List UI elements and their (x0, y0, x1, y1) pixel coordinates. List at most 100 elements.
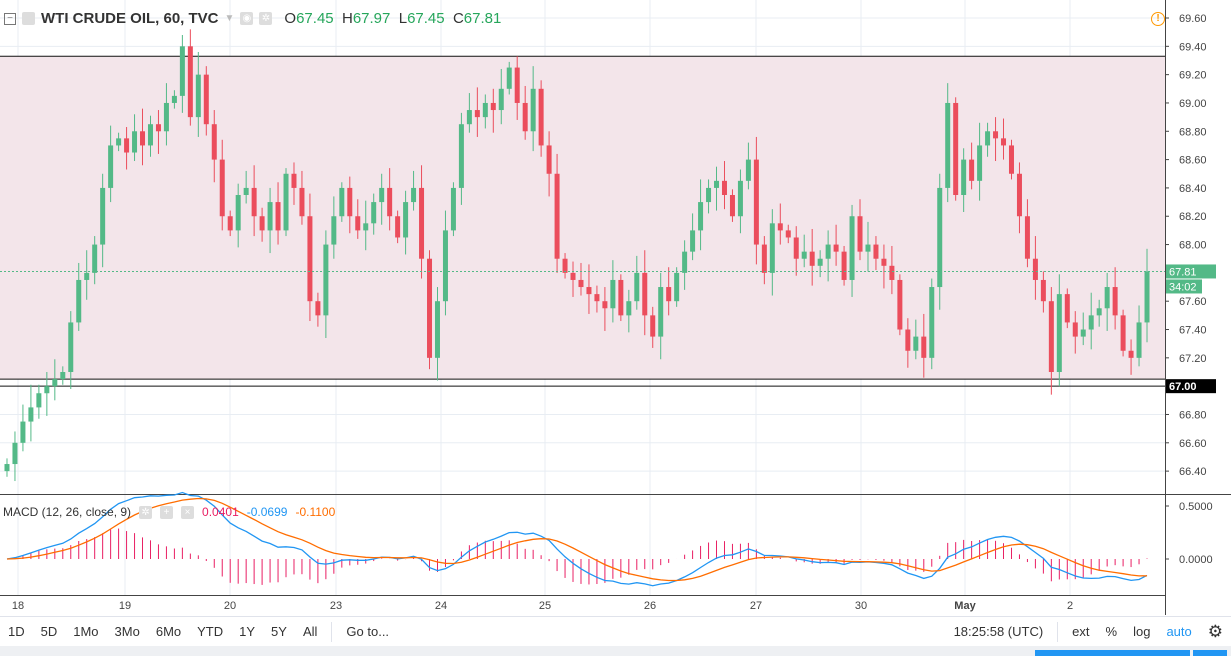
bottom-strip (0, 646, 1231, 656)
candle-body (1024, 216, 1030, 259)
candle-body (307, 216, 313, 302)
range-ytd[interactable]: YTD (189, 624, 231, 639)
candle-body (442, 230, 448, 302)
candle-body (1056, 294, 1062, 372)
range-1d[interactable]: 1D (0, 624, 33, 639)
candle-body (482, 102, 488, 118)
time-tick-label: 27 (750, 600, 762, 612)
bottom-toolbar: 1D 5D 1Mo 3Mo 6Mo YTD 1Y 5Y All Go to...… (0, 616, 1231, 646)
candle-body (753, 159, 759, 245)
candle-body (68, 322, 74, 372)
price-tick-label: 66.80 (1179, 409, 1207, 421)
candle-body (4, 464, 10, 472)
candle-body (642, 272, 648, 316)
candle-body (881, 258, 887, 266)
candle-body (706, 187, 712, 203)
candle-body (913, 336, 919, 351)
candle-body (92, 244, 98, 273)
gear-icon[interactable]: ✲ (259, 12, 273, 25)
candle-body (275, 202, 281, 231)
macd-settings-icon[interactable]: ✲ (139, 505, 153, 519)
macd-tick-label: 0.0000 (1179, 554, 1213, 566)
candle-body (634, 272, 640, 302)
candle-body (267, 202, 273, 231)
eye-icon[interactable]: ◉ (240, 12, 254, 25)
candle-body (116, 138, 122, 146)
candle-body (562, 258, 568, 273)
candle-body (1008, 145, 1014, 174)
range-5d[interactable]: 5D (33, 624, 66, 639)
candle-body (363, 223, 369, 231)
candle-body (387, 187, 393, 217)
candle-body (179, 46, 185, 96)
candle-body (299, 187, 305, 217)
price-tick-label: 69.60 (1179, 13, 1207, 25)
candle-body (155, 124, 161, 132)
log-toggle[interactable]: log (1125, 624, 1158, 639)
candle-body (140, 131, 146, 146)
macd-add-icon[interactable]: + (160, 505, 174, 519)
time-tick-label: 26 (644, 600, 656, 612)
ext-toggle[interactable]: ext (1064, 624, 1097, 639)
clock[interactable]: 18:25:58 (UTC) (946, 624, 1052, 639)
candle-body (163, 102, 169, 132)
candle-body (1128, 350, 1134, 358)
settings-gear-icon[interactable]: ⚙ (1200, 622, 1231, 642)
candle-body (171, 95, 177, 103)
range-3mo[interactable]: 3Mo (107, 624, 148, 639)
symbol-title[interactable]: WTI CRUDE OIL, 60, TVC (41, 10, 219, 27)
price-tick-label: 69.40 (1179, 41, 1207, 53)
candle-body (530, 88, 536, 132)
candle-body (243, 187, 249, 195)
candle-body (937, 187, 943, 288)
open-value: 67.45 (296, 10, 334, 27)
candle-body (897, 279, 903, 330)
candle-body (187, 46, 193, 118)
candle-body (1104, 287, 1110, 309)
range-1mo[interactable]: 1Mo (65, 624, 106, 639)
ohlc-values: O67.45 H67.97 L67.45 C67.81 (284, 10, 502, 27)
candle-body (490, 102, 496, 111)
candle-body (283, 173, 289, 231)
candle-body (474, 110, 480, 118)
range-all[interactable]: All (295, 624, 325, 639)
candle-body (427, 258, 433, 358)
candle-body (514, 67, 520, 103)
candle-body (28, 407, 34, 422)
bottom-panel-tab[interactable] (1193, 650, 1227, 656)
price-tick-label: 66.40 (1179, 466, 1207, 478)
high-value: 67.97 (352, 10, 391, 27)
candle-body (1112, 287, 1118, 316)
candle-body (554, 173, 560, 259)
candle-body (905, 329, 911, 351)
macd-close-icon[interactable]: × (181, 505, 195, 519)
candle-body (419, 187, 425, 259)
range-5y[interactable]: 5Y (263, 624, 295, 639)
auto-toggle[interactable]: auto (1158, 624, 1199, 639)
collapse-icon[interactable]: − (4, 12, 16, 25)
candle-body (52, 379, 58, 387)
divider (331, 621, 333, 642)
candle-body (961, 159, 967, 195)
candle-body (610, 279, 616, 309)
chevron-down-icon[interactable]: ▼ (225, 13, 235, 24)
candle-body (817, 258, 823, 266)
candle-body (219, 159, 225, 217)
alert-icon[interactable]: ! (1151, 12, 1165, 26)
range-6mo[interactable]: 6Mo (148, 624, 189, 639)
chart-canvas[interactable]: 69.60 69.40 69.20 69.00 68.80 68.60 68.40 68.20… (0, 0, 1231, 616)
macd-value: -0.0699 (246, 505, 288, 519)
bottom-panel-tab[interactable] (1035, 650, 1190, 656)
macd-title[interactable]: MACD (12, 26, close, 9) (3, 505, 131, 519)
percent-toggle[interactable]: % (1098, 624, 1126, 639)
candle-body (793, 237, 799, 259)
candle-body (379, 187, 385, 203)
range-1y[interactable]: 1Y (231, 624, 263, 639)
candle-body (411, 187, 417, 203)
candle-body (12, 442, 18, 465)
goto-button[interactable]: Go to... (338, 624, 397, 639)
candle-body (602, 301, 608, 309)
macd-hist-value: 0.0401 (202, 505, 239, 519)
candle-body (682, 251, 688, 273)
candle-body (745, 159, 751, 181)
